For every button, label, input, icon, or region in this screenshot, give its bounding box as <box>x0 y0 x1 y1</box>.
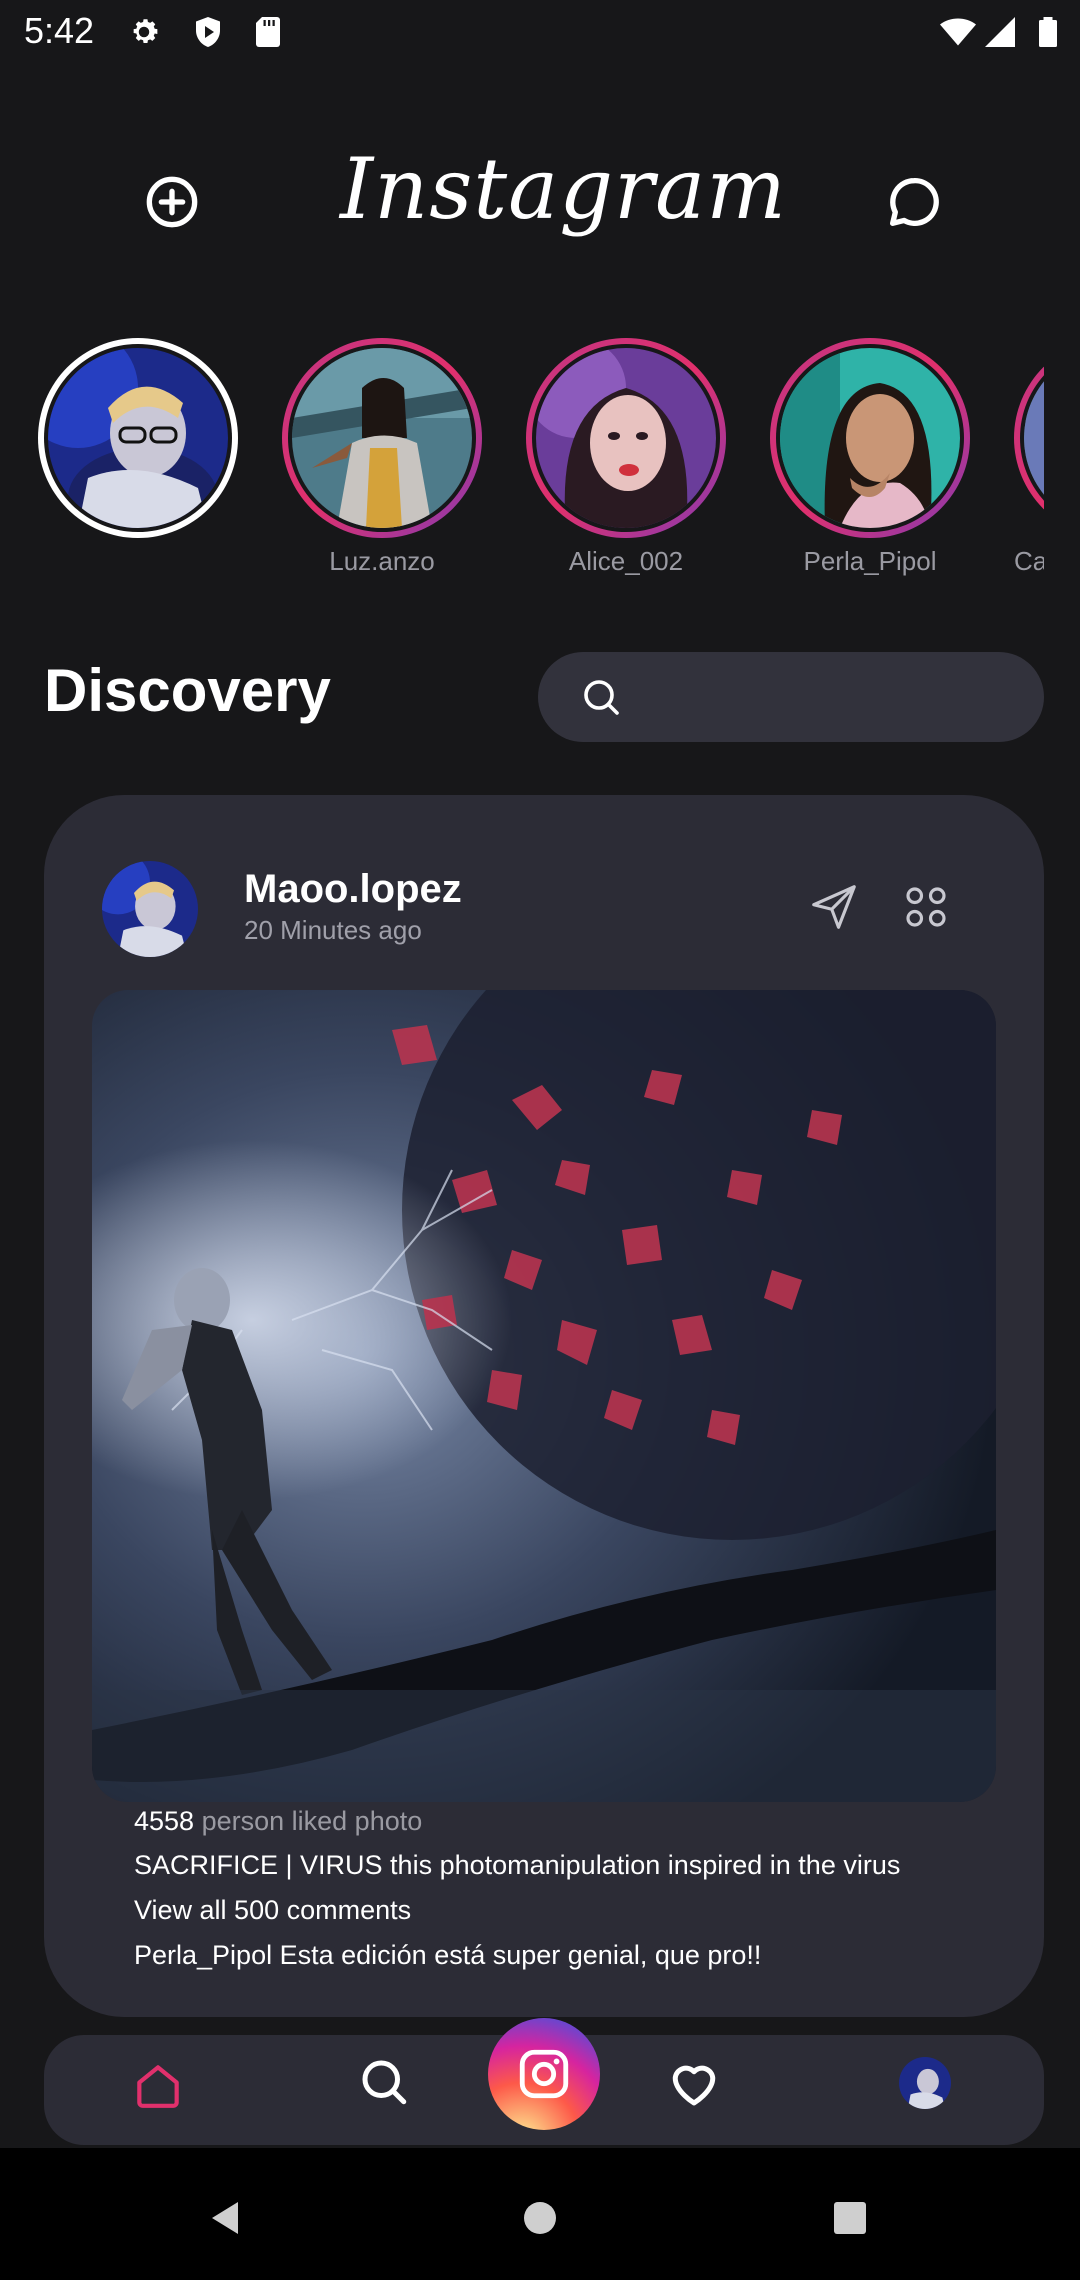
recents-button[interactable] <box>810 2178 890 2258</box>
comment-text: Esta edición está super genial, que pro!… <box>279 1940 762 1970</box>
messages-button[interactable] <box>874 162 954 242</box>
settings-icon <box>126 14 162 50</box>
back-button[interactable] <box>186 2178 266 2258</box>
more-options-button[interactable] <box>886 867 966 947</box>
search-icon <box>584 680 619 715</box>
nav-search[interactable] <box>345 2043 425 2123</box>
story-name: Ca <box>1014 546 1044 576</box>
wifi-icon <box>940 14 976 50</box>
page-title: Discovery <box>44 657 331 724</box>
likes-line: 4558 person liked photo <box>134 1806 422 1837</box>
story-name: Perla_Pipol <box>803 546 937 576</box>
add-circle-icon <box>146 176 198 228</box>
status-time: 5:42 <box>24 10 95 51</box>
profile-avatar <box>899 2057 951 2109</box>
status-bar: 5:42 <box>0 0 1080 64</box>
system-nav-bar <box>0 2148 1080 2280</box>
post-card: Maoo.lopez 20 Minutes ago 4558 person li… <box>44 795 1044 2017</box>
nav-activity[interactable] <box>654 2043 734 2123</box>
heart-icon <box>672 2065 716 2106</box>
comment-username[interactable]: Perla_Pipol <box>134 1940 272 1970</box>
nav-home[interactable] <box>118 2046 198 2126</box>
avatar <box>292 348 472 528</box>
home-circle-icon <box>524 2202 556 2234</box>
sd-card-icon <box>250 14 286 50</box>
instagram-logo: Instagram <box>340 140 787 238</box>
camera-button[interactable] <box>488 2018 600 2130</box>
story-luz-anzo[interactable]: Luz.anzo <box>282 338 482 578</box>
post-caption: SACRIFICE | VIRUS this photomanipulation… <box>134 1850 901 1880</box>
story-perla-pipol[interactable]: Perla_Pipol <box>770 338 970 578</box>
story-name: Alice_002 <box>568 546 684 576</box>
story-name: Luz.anzo <box>329 546 435 576</box>
story-alice-002[interactable]: Alice_002 <box>526 338 726 578</box>
home-icon <box>137 2065 179 2108</box>
new-post-button[interactable] <box>132 162 212 242</box>
chat-bubble-icon <box>890 177 939 226</box>
recents-square-icon <box>834 2202 866 2234</box>
play-protect-icon <box>190 14 226 50</box>
comment-preview: Perla_Pipol Esta edición está super geni… <box>134 1940 761 1971</box>
post-timestamp: 20 Minutes ago <box>244 915 422 945</box>
cell-signal-icon <box>982 14 1018 50</box>
search-field[interactable] <box>538 652 1044 742</box>
search-input[interactable] <box>638 672 1018 722</box>
post-username[interactable]: Maoo.lopez <box>244 867 462 912</box>
avatar <box>48 348 228 528</box>
story-self[interactable] <box>38 338 238 578</box>
camera-icon <box>519 2049 569 2099</box>
likes-suffix: person liked photo <box>201 1806 423 1836</box>
home-system-button[interactable] <box>500 2178 580 2258</box>
post-photo[interactable] <box>92 990 996 1802</box>
grid-dots-icon <box>906 887 946 927</box>
back-triangle-icon <box>212 2202 238 2234</box>
search-icon <box>362 2060 407 2105</box>
avatar <box>780 348 960 528</box>
battery-icon <box>1030 14 1066 50</box>
story-partial[interactable]: Ca <box>1014 338 1044 578</box>
post-avatar[interactable] <box>102 861 198 957</box>
likes-count[interactable]: 4558 <box>134 1806 194 1836</box>
nav-profile[interactable] <box>885 2043 965 2123</box>
view-comments-link[interactable]: View all 500 comments <box>134 1895 411 1926</box>
story-clip: Ca <box>1014 338 1044 578</box>
share-button[interactable] <box>794 867 874 947</box>
send-icon <box>812 885 856 929</box>
avatar <box>536 348 716 528</box>
